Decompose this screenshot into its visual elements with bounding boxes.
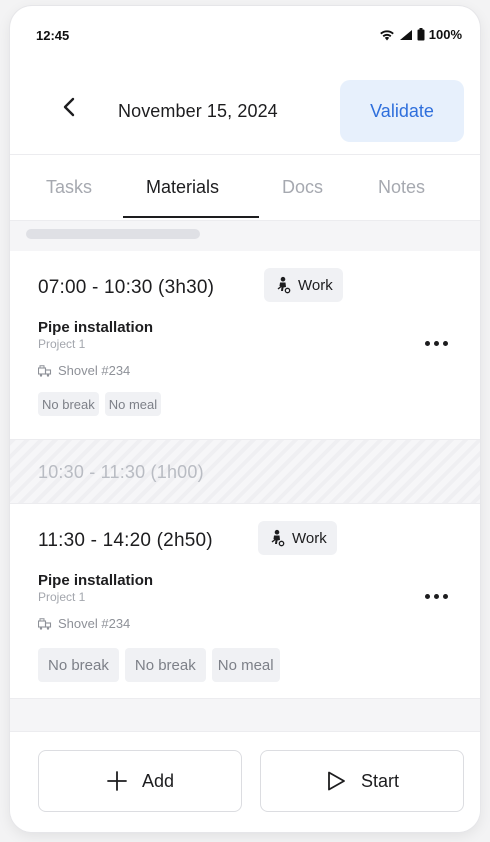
time-entry-card[interactable]: 11:30 - 14:20 (2h50) Work Pipe installat… (10, 504, 480, 698)
plus-icon (106, 770, 128, 792)
back-button[interactable] (54, 92, 84, 122)
time-entry-card[interactable]: 07:00 - 10:30 (3h30) Work Pipe installat… (10, 251, 480, 439)
material-item: Shovel #234 (38, 616, 130, 631)
break-time-range: 10:30 - 11:30 (1h00) (38, 462, 204, 482)
task-name: Pipe installation (38, 319, 154, 336)
header: November 15, 2024 Validate (10, 68, 480, 148)
status-bar: 12:45 100% (10, 6, 480, 58)
chevron-left-icon (62, 97, 76, 117)
page-title: November 15, 2024 (118, 101, 278, 121)
tag-badge: No break (38, 392, 99, 416)
start-button[interactable]: Start (260, 750, 464, 812)
tool-icon (38, 617, 52, 630)
signal-icon (399, 29, 413, 41)
more-horizontal-icon (424, 593, 430, 599)
project-name: Project 1 (38, 337, 86, 351)
break-block[interactable]: 10:30 - 11:30 (1h00) (10, 439, 480, 504)
tool-icon (38, 364, 52, 377)
tag-badge: No meal (104, 392, 162, 416)
entry-tags: No break No meal (38, 392, 162, 416)
status-time: 12:45 (36, 28, 70, 43)
work-type-badge: Work (264, 268, 343, 302)
add-button-label: Add (141, 770, 175, 791)
tab-tasks[interactable]: Tasks (46, 177, 92, 198)
add-button[interactable]: Add (38, 750, 242, 812)
material-label: Shovel #234 (58, 363, 131, 378)
material-label: Shovel #234 (58, 616, 131, 631)
more-horizontal-icon (424, 340, 430, 346)
timeline-list[interactable]: 07:00 - 10:30 (3h30) Work Pipe installat… (10, 221, 480, 731)
play-icon (325, 770, 347, 792)
phone-screen: 12:45 100% November 15, 2024 Validate Ta… (10, 6, 480, 832)
task-name: Pipe installation (38, 572, 154, 589)
more-options-button[interactable] (418, 333, 454, 353)
active-tab-indicator (123, 216, 259, 218)
entry-time-range: 11:30 - 14:20 (2h50) (38, 530, 213, 551)
tab-docs[interactable]: Docs (282, 177, 323, 198)
worker-icon (274, 276, 292, 294)
battery-percent: 100% (428, 27, 462, 42)
validate-button[interactable]: Validate (340, 80, 464, 142)
status-icons: 100% (379, 27, 462, 42)
tab-materials[interactable]: Materials (146, 177, 219, 198)
bottom-action-bar: Add Start (10, 731, 480, 832)
work-type-badge: Work (258, 521, 337, 555)
project-name: Project 1 (38, 590, 86, 604)
work-type-label: Work (298, 276, 333, 294)
tab-notes[interactable]: Notes (378, 177, 425, 198)
tab-bar: Tasks Materials Docs Notes (10, 155, 480, 219)
work-type-label: Work (292, 529, 327, 547)
wifi-icon (379, 29, 395, 41)
tag-badge: No break (38, 648, 119, 682)
entry-time-range: 07:00 - 10:30 (3h30) (38, 277, 215, 298)
tag-badge: No break (124, 648, 206, 682)
battery-icon (417, 28, 425, 41)
scroll-indicator[interactable] (26, 229, 200, 239)
list-divider (10, 698, 480, 699)
start-button-label: Start (360, 770, 399, 791)
more-options-button[interactable] (418, 586, 454, 606)
entry-tags: No break No break No meal (38, 648, 280, 682)
material-item: Shovel #234 (38, 363, 130, 378)
worker-icon (268, 529, 286, 547)
tag-badge: No meal (211, 648, 280, 682)
